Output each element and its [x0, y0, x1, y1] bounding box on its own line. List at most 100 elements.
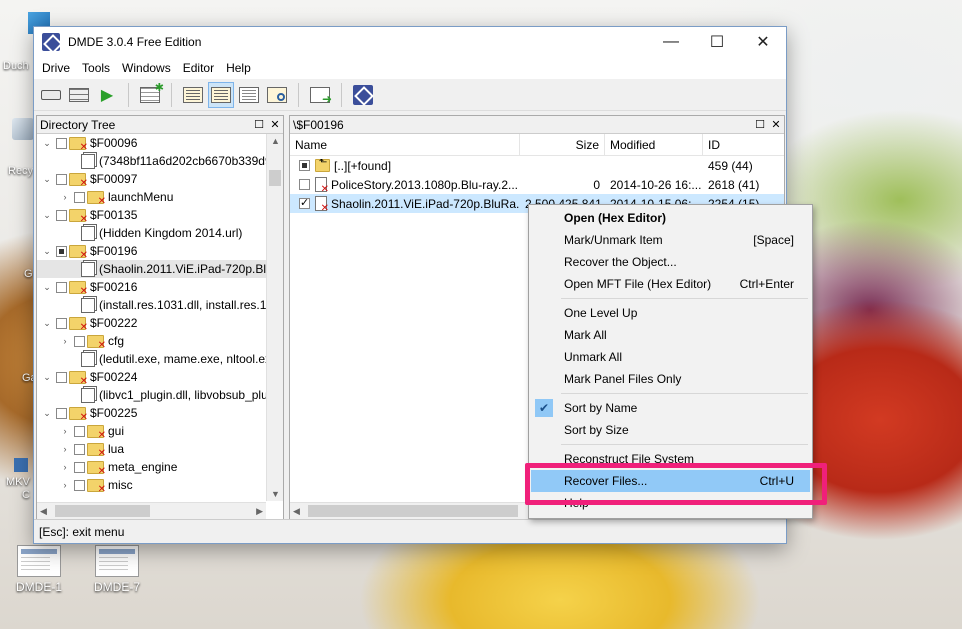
- title-bar[interactable]: DMDE 3.0.4 Free Edition — ☐ ✕: [34, 27, 786, 57]
- details-view-button[interactable]: [236, 82, 262, 108]
- tree-item[interactable]: ⌄ ✕ $F00216: [37, 278, 283, 297]
- tree-item[interactable]: › ✕ misc: [37, 476, 283, 495]
- column-header-modified[interactable]: Modified: [605, 134, 703, 155]
- chevron-down-icon[interactable]: ⌄: [41, 138, 53, 149]
- menu-item-open-mft-file-hex-editor[interactable]: Open MFT File (Hex Editor) Ctrl+Enter: [531, 273, 810, 295]
- chevron-down-icon[interactable]: ⌄: [41, 372, 53, 383]
- tree-item[interactable]: (ledutil.exe, mame.exe, nltool.ex: [37, 350, 283, 368]
- tree-item[interactable]: ⌄ ✕ $F00135: [37, 206, 283, 225]
- item-checkbox[interactable]: [56, 209, 67, 221]
- tree-item[interactable]: (7348bf11a6d202cb6670b339d90: [37, 152, 283, 170]
- chevron-right-icon[interactable]: ›: [59, 462, 71, 472]
- scroll-left-icon[interactable]: ◀: [40, 506, 47, 517]
- chevron-right-icon[interactable]: ›: [59, 192, 71, 202]
- menu-item-one-level-up[interactable]: One Level Up: [531, 302, 810, 324]
- chevron-right-icon[interactable]: ›: [59, 480, 71, 490]
- tree-item[interactable]: ⌄ ✕ $F00097: [37, 170, 283, 189]
- chevron-right-icon[interactable]: ›: [59, 444, 71, 454]
- scroll-down-icon[interactable]: ▼: [271, 489, 280, 499]
- item-checkbox[interactable]: [74, 461, 85, 473]
- horizontal-scrollbar[interactable]: ◀ ▶: [37, 502, 266, 519]
- search-button[interactable]: [264, 82, 290, 108]
- open-volume-button[interactable]: ▶: [94, 82, 120, 108]
- mkv-shortcut-icon[interactable]: [14, 458, 28, 472]
- tree-item[interactable]: ⌄ ✕ $F00224: [37, 368, 283, 387]
- item-checkbox[interactable]: [74, 335, 85, 347]
- scrollbar-thumb[interactable]: [55, 505, 150, 517]
- desktop-edge-label[interactable]: G: [24, 268, 33, 280]
- pane-maximize-icon[interactable]: ☐: [251, 118, 267, 131]
- pane-close-icon[interactable]: ✕: [267, 118, 283, 131]
- column-header-name[interactable]: Name: [290, 134, 520, 155]
- desktop-icon-dmde-7[interactable]: DMDE-7: [82, 545, 152, 594]
- item-checkbox[interactable]: [56, 173, 67, 185]
- new-panel-button[interactable]: ✱: [137, 82, 164, 108]
- tree-item[interactable]: › ✕ cfg: [37, 332, 283, 351]
- menu-item-unmark-all[interactable]: Unmark All: [531, 346, 810, 368]
- desktop-edge-label[interactable]: C: [22, 489, 30, 501]
- menu-item-open-hex-editor[interactable]: Open (Hex Editor): [531, 207, 810, 229]
- close-button[interactable]: ✕: [740, 27, 786, 57]
- partitions-button[interactable]: [66, 82, 92, 108]
- drive-button[interactable]: [38, 82, 64, 108]
- tree-item[interactable]: ⌄ ✕ $F00225: [37, 404, 283, 423]
- item-checkbox[interactable]: [299, 160, 310, 171]
- file-row[interactable]: ⬑ [..][+found] 459 (44): [290, 156, 784, 175]
- menu-item-mark-all[interactable]: Mark All: [531, 324, 810, 346]
- file-row[interactable]: ✕ PoliceStory.2013.1080p.Blu-ray.2... 0 201…: [290, 175, 784, 194]
- item-checkbox[interactable]: [56, 371, 67, 383]
- desktop-edge-label[interactable]: Duch: [3, 60, 29, 72]
- scroll-left-icon[interactable]: ◀: [293, 506, 300, 517]
- pane-close-icon[interactable]: ✕: [768, 118, 784, 131]
- menu-item-mark-unmark-item[interactable]: Mark/Unmark Item [Space]: [531, 229, 810, 251]
- recycle-bin-icon[interactable]: [12, 118, 34, 140]
- item-checkbox[interactable]: [56, 281, 67, 293]
- item-checkbox[interactable]: [56, 137, 67, 149]
- minimize-button[interactable]: —: [648, 27, 694, 57]
- menu-tools[interactable]: Tools: [76, 59, 116, 77]
- item-checkbox[interactable]: [56, 407, 67, 419]
- item-checkbox[interactable]: [56, 317, 67, 329]
- chevron-down-icon[interactable]: ⌄: [41, 318, 53, 329]
- item-checkbox[interactable]: [299, 179, 310, 190]
- item-checkbox[interactable]: [74, 425, 85, 437]
- column-header-size[interactable]: Size: [520, 134, 605, 155]
- tree-item[interactable]: ⌄ ✕ $F00222: [37, 314, 283, 333]
- scroll-up-icon[interactable]: ▲: [271, 136, 280, 146]
- item-checkbox[interactable]: [56, 245, 67, 257]
- tree-item[interactable]: ⌄ ✕ $F00096: [37, 134, 283, 153]
- menu-windows[interactable]: Windows: [116, 59, 177, 77]
- dmde-button[interactable]: [350, 82, 376, 108]
- desktop-edge-label[interactable]: MKV: [6, 476, 30, 488]
- item-checkbox[interactable]: [74, 443, 85, 455]
- tree-view-button[interactable]: [180, 82, 206, 108]
- tree-item[interactable]: › ✕ launchMenu: [37, 188, 283, 207]
- desktop-edge-label[interactable]: Recy: [8, 165, 33, 177]
- chevron-down-icon[interactable]: ⌄: [41, 282, 53, 293]
- tree-item[interactable]: (install.res.1031.dll, install.res.10: [37, 296, 283, 314]
- chevron-right-icon[interactable]: ›: [59, 426, 71, 436]
- chevron-right-icon[interactable]: ›: [59, 336, 71, 346]
- item-checkbox[interactable]: [74, 479, 85, 491]
- column-header-id[interactable]: ID: [703, 134, 784, 155]
- list-view-button[interactable]: [208, 81, 234, 108]
- tree-item[interactable]: (Hidden Kingdom 2014.url): [37, 224, 283, 242]
- pane-maximize-icon[interactable]: ☐: [752, 118, 768, 131]
- menu-item-mark-panel-files-only[interactable]: Mark Panel Files Only: [531, 368, 810, 390]
- tree-item[interactable]: (Shaolin.2011.ViE.iPad-720p.Blu: [37, 260, 283, 278]
- chevron-down-icon[interactable]: ⌄: [41, 246, 53, 257]
- tree-item[interactable]: › ✕ meta_engine: [37, 458, 283, 477]
- recover-button[interactable]: ➜: [307, 82, 333, 108]
- chevron-down-icon[interactable]: ⌄: [41, 408, 53, 419]
- chevron-down-icon[interactable]: ⌄: [41, 174, 53, 185]
- tree-item[interactable]: (libvc1_plugin.dll, libvobsub_plu: [37, 386, 283, 404]
- tree-item[interactable]: › ✕ gui: [37, 422, 283, 441]
- menu-drive[interactable]: Drive: [36, 59, 76, 77]
- scrollbar-thumb[interactable]: [269, 170, 281, 186]
- menu-editor[interactable]: Editor: [177, 59, 220, 77]
- item-checkbox[interactable]: [74, 191, 85, 203]
- item-checkbox[interactable]: [299, 196, 310, 209]
- scrollbar-thumb[interactable]: [308, 505, 518, 517]
- menu-item-recover-the-object[interactable]: Recover the Object...: [531, 251, 810, 273]
- menu-help[interactable]: Help: [220, 59, 257, 77]
